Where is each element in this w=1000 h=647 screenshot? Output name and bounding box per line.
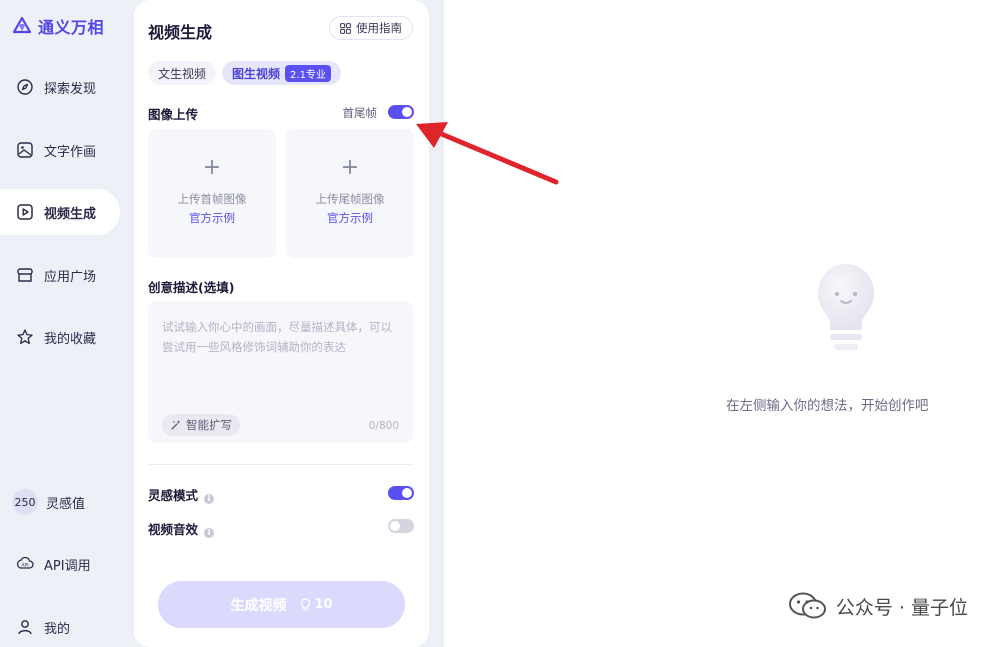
empty-state-hint: 在左侧输入你的想法，开始创作吧 [726,398,929,414]
video-sound-label: 视频音效 [148,522,199,537]
api-icon: API [16,556,34,569]
app-logo[interactable]: 通义万相 [12,14,104,38]
credits-value: 250 [12,489,38,515]
sidebar-item-profile[interactable]: 我的 [0,604,120,647]
video-sound-toggle[interactable] [388,519,414,533]
app-name: 通义万相 [38,18,105,37]
mode-tabs: 文生视频 图生视频 2.1专业 [148,61,341,85]
sidebar: 通义万相 探索发现 文字作画 视频生成 应用广场 我的收藏 250 灵感值 AP… [0,0,134,647]
sidebar-item-app-plaza[interactable]: 应用广场 [0,252,120,298]
lightbulb-mascot-icon [818,264,874,350]
inspiration-mode-label: 灵感模式 [148,488,199,503]
plus-icon: + [202,155,222,180]
first-frame-upload[interactable]: + 上传首帧图像 官方示例 [148,129,276,258]
generation-cost-value: 10 [314,597,333,612]
last-frame-upload-text: 上传尾帧图像 [315,192,385,206]
video-generation-panel: 视频生成 使用指南 文生视频 图生视频 2.1专业 图像上传 首尾帧 + 上传首… [134,0,429,647]
tab-label: 文生视频 [158,66,207,81]
wechat-icon [788,592,826,619]
generation-cost: 10 [300,597,333,612]
image-upload-label: 图像上传 [148,107,199,122]
first-last-frame-toggle[interactable] [388,105,414,119]
credits-label: 灵感值 [46,496,86,512]
smart-expand-button[interactable]: 智能扩写 [162,414,240,436]
magic-wand-icon [171,420,181,430]
first-frame-example-link[interactable]: 官方示例 [189,210,235,226]
toggle-knob [402,488,412,498]
generate-video-label: 生成视频 [230,597,287,614]
sidebar-item-label: 我的 [44,621,71,637]
sidebar-item-label: API调用 [44,558,91,574]
tab-label: 图生视频 [232,66,281,81]
first-frame-upload-text: 上传首帧图像 [177,192,247,206]
compass-icon [17,79,33,95]
first-last-frame-label: 首尾帧 [342,106,378,120]
sidebar-item-text-to-image[interactable]: 文字作画 [0,127,120,173]
description-label: 创意描述(选填) [148,280,235,295]
sidebar-item-label: 我的收藏 [44,331,97,347]
watermark: 公众号 · 量子位 [788,592,968,620]
description-placeholder: 试试输入你心中的画面，尽量描述具体，可以尝试用一些风格修饰词辅助你的表达 [162,320,392,354]
char-count: 0/800 [368,420,399,432]
grid-icon [340,22,351,34]
panel-title: 视频生成 [148,23,213,42]
toggle-knob [390,521,400,531]
plus-icon: + [340,155,360,180]
svg-text:API: API [21,563,28,569]
model-version-badge: 2.1专业 [285,64,331,82]
sidebar-item-favorites[interactable]: 我的收藏 [0,314,120,360]
inspiration-mode-row: 灵感模式 i [148,485,215,504]
image-icon [17,142,33,158]
store-icon [17,268,33,282]
description-input[interactable]: 试试输入你心中的画面，尽量描述具体，可以尝试用一些风格修饰词辅助你的表达 智能扩… [148,301,413,443]
generate-video-button[interactable]: 生成视频 10 [158,581,405,628]
usage-guide-label: 使用指南 [356,21,402,35]
smart-expand-label: 智能扩写 [186,418,232,432]
sidebar-item-label: 文字作画 [44,144,97,160]
logo-icon [12,16,32,34]
last-frame-upload[interactable]: + 上传尾帧图像 官方示例 [286,129,414,258]
red-arrow-annotation [416,122,559,185]
sidebar-item-video-generation[interactable]: 视频生成 [0,189,120,235]
inspiration-mode-toggle[interactable] [388,486,414,500]
sidebar-item-label: 视频生成 [44,206,97,222]
video-sound-row: 视频音效 i [148,519,215,538]
sidebar-item-api[interactable]: API API调用 [0,541,120,587]
tab-text-to-video[interactable]: 文生视频 [148,61,217,85]
preview-area: 在左侧输入你的想法，开始创作吧 公众号 · 量子位 [444,0,1000,647]
sidebar-item-label: 探索发现 [44,81,97,97]
play-icon [17,204,33,220]
sidebar-item-explore[interactable]: 探索发现 [0,64,120,110]
star-icon [17,329,33,345]
sidebar-item-credits[interactable]: 250 灵感值 [0,479,120,525]
info-icon[interactable]: i [204,494,215,504]
usage-guide-button[interactable]: 使用指南 [329,16,413,40]
divider [148,464,413,465]
watermark-text: 公众号 · 量子位 [835,596,968,619]
toggle-knob [402,107,412,117]
tab-image-to-video[interactable]: 图生视频 2.1专业 [222,61,341,85]
info-icon[interactable]: i [204,528,215,538]
last-frame-example-link[interactable]: 官方示例 [327,210,373,226]
sidebar-item-label: 应用广场 [44,269,97,285]
user-icon [18,620,32,635]
lightbulb-icon [301,597,311,611]
